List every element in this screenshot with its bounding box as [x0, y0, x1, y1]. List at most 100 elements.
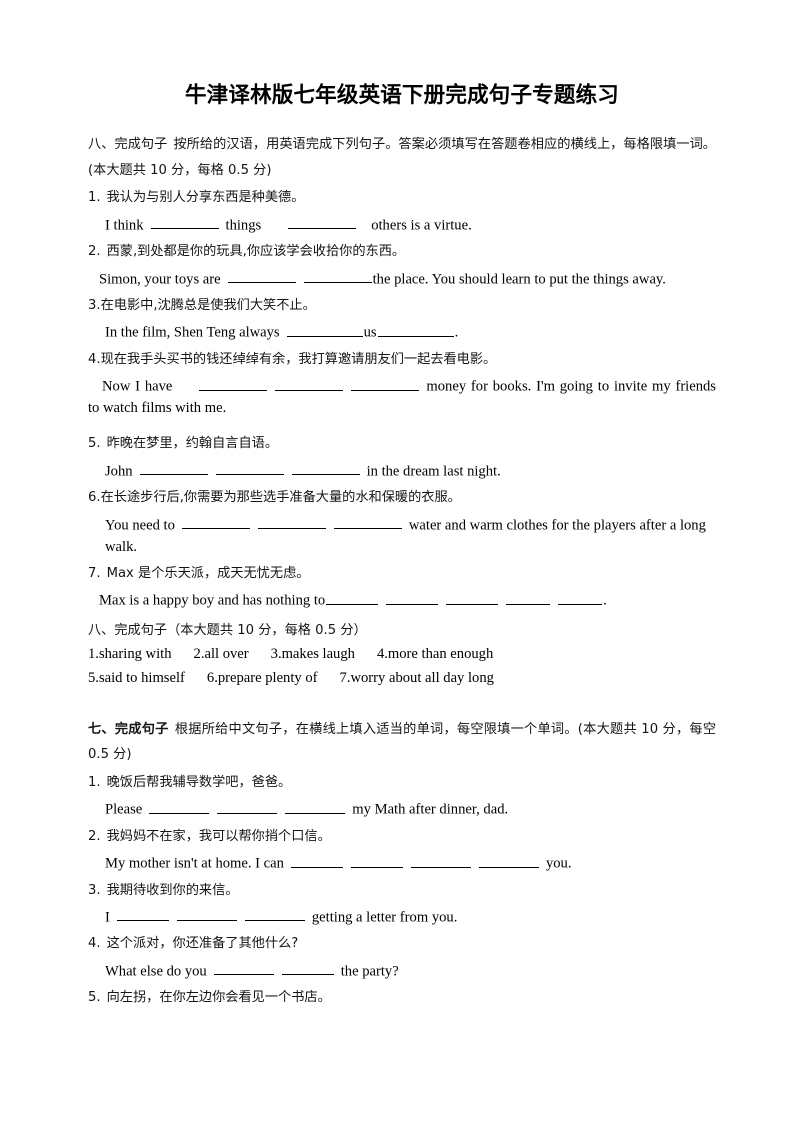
fill-blank[interactable] — [199, 376, 268, 391]
fill-blank[interactable] — [350, 853, 403, 868]
answer-key-item: 3.makes laugh — [270, 646, 355, 663]
answer-text-after: getting a letter from you. — [311, 909, 458, 926]
fill-blank[interactable] — [506, 590, 551, 605]
answer-text-before: Simon, your toys are — [99, 271, 221, 288]
fill-blank[interactable] — [285, 799, 346, 814]
answer-row: Igetting a letter from you. — [88, 907, 716, 929]
answer-text-after: the party? — [340, 963, 399, 980]
answer-row: My mother isn't at home. I can you. — [88, 853, 716, 875]
answer-key-item: 2.all over — [193, 646, 249, 663]
answer-text-before: Please — [105, 801, 143, 818]
question-row: 6.在长途步行后,你需要为那些选手准备大量的水和保暖的衣服。 — [88, 488, 716, 508]
answer-text-before: My mother isn't at home. I can — [105, 855, 284, 872]
question-number: 4. — [88, 936, 101, 952]
question-number: 5. — [88, 990, 101, 1006]
question-chinese: 我认为与别人分享东西是种美德。 — [106, 190, 305, 206]
fill-blank[interactable] — [377, 322, 454, 337]
section-eight-heading-prefix: 八、完成句子 — [88, 136, 168, 152]
fill-blank[interactable] — [139, 461, 208, 476]
answer-row: John in the dream last night. — [88, 461, 716, 483]
question-chinese: 向左拐，在你左边你会看见一个书店。 — [106, 990, 331, 1006]
answer-text-after: my Math after dinner, dad. — [352, 801, 509, 818]
answer-text-before: Now I have — [102, 378, 173, 395]
fill-blank[interactable] — [227, 269, 296, 284]
answer-row: You need to water and warm clothes for th… — [88, 515, 716, 559]
question-row: 1. 我认为与别人分享东西是种美德。 — [88, 188, 716, 208]
question-chinese: 我期待收到你的来信。 — [106, 882, 239, 898]
answer-row: I think things others is a virtue. — [88, 215, 716, 237]
answer-row: In the film, Shen Teng always us. — [88, 322, 716, 344]
answer-text-after: the place. You should learn to put the t… — [372, 271, 666, 288]
fill-blank[interactable] — [244, 907, 305, 922]
fill-blank[interactable] — [149, 799, 210, 814]
answer-row: Now I have money for books. I'm going to … — [88, 376, 716, 420]
question-number: 7. — [88, 565, 101, 581]
fill-blank[interactable] — [116, 907, 169, 922]
question-number: 5. — [88, 436, 101, 452]
answer-text-before: I think — [105, 217, 144, 234]
fill-blank[interactable] — [176, 907, 237, 922]
question-row: 2. 西蒙,到处都是你的玩具,你应该学会收拾你的东西。 — [88, 242, 716, 262]
question-row: 4. 这个派对，你还准备了其他什么? — [88, 934, 716, 954]
question-row: 5. 向左拐，在你左边你会看见一个书店。 — [88, 988, 716, 1008]
question-row: 3.在电影中,沈腾总是使我们大笑不止。 — [88, 296, 716, 316]
answer-key-item: 7.worry about all day long — [339, 669, 494, 686]
answer-text-mid: us — [363, 324, 377, 341]
question-chinese: 我妈妈不在家，我可以帮你捎个口信。 — [106, 828, 331, 844]
fill-blank[interactable] — [281, 961, 334, 976]
answer-row: Simon, your toys are the place. You shoul… — [88, 269, 716, 291]
fill-blank[interactable] — [286, 322, 363, 337]
fill-blank[interactable] — [217, 799, 278, 814]
answer-text-after: you. — [545, 855, 572, 872]
fill-blank[interactable] — [351, 376, 420, 391]
fill-blank[interactable] — [303, 269, 372, 284]
answer-text-before: In the film, Shen Teng always — [105, 324, 280, 341]
fill-blank[interactable] — [410, 853, 471, 868]
answer-text-before: You need to — [105, 517, 175, 533]
page-content: 牛津译林版七年级英语下册完成句子专题练习 八、完成句子 按所给的汉语，用英语完成下… — [88, 82, 716, 1009]
fill-blank[interactable] — [257, 515, 326, 529]
answer-key-item: 6.prepare plenty of — [206, 669, 318, 686]
section-seven-heading-body: 根据所给中文句子，在横线上填入适当的单词，每空限填一个单词。(本大题共 10 分… — [88, 721, 717, 763]
section-eight-heading-body: 按所给的汉语，用英语完成下列句子。答案必须填写在答题卷相应的横线上，每格限填一词… — [88, 136, 716, 178]
question-chinese: 在长途步行后,你需要为那些选手准备大量的水和保暖的衣服。 — [100, 490, 461, 506]
question-number: 1. — [88, 775, 101, 791]
answer-text-mid: things — [225, 217, 262, 234]
answer-text-before: I — [105, 909, 110, 926]
question-number: 3. — [88, 297, 101, 313]
question-row: 2. 我妈妈不在家，我可以帮你捎个口信。 — [88, 827, 716, 847]
fill-blank[interactable] — [291, 461, 360, 476]
fill-blank[interactable] — [478, 853, 539, 868]
fill-blank[interactable] — [333, 515, 402, 529]
fill-blank[interactable] — [288, 215, 357, 230]
question-number: 2. — [88, 828, 101, 844]
question-number: 6. — [88, 490, 101, 506]
question-number: 1. — [88, 190, 101, 206]
answer-text-before: What else do you — [105, 963, 207, 980]
fill-blank[interactable] — [446, 590, 499, 605]
fill-blank[interactable] — [150, 215, 219, 230]
fill-blank[interactable] — [290, 853, 343, 868]
fill-blank[interactable] — [275, 376, 344, 391]
answer-text-after: in the dream last night. — [366, 463, 501, 480]
question-chinese: 在电影中,沈腾总是使我们大笑不止。 — [100, 297, 316, 313]
question-chinese: 晚饭后帮我辅导数学吧，爸爸。 — [106, 775, 292, 791]
question-chinese: 现在我手头买书的钱还绰绰有余，我打算邀请朋友们一起去看电影。 — [100, 351, 497, 367]
section-seven-heading-prefix: 七、完成句子 — [88, 721, 169, 737]
answer-row: Max is a happy boy and has nothing to. — [88, 590, 716, 612]
answer-row: What else do you the party? — [88, 961, 716, 983]
question-number: 2. — [88, 244, 101, 260]
fill-blank[interactable] — [558, 590, 603, 605]
question-number: 4. — [88, 351, 101, 367]
fill-blank[interactable] — [181, 515, 250, 529]
question-row: 1. 晚饭后帮我辅导数学吧，爸爸。 — [88, 773, 716, 793]
question-chinese: 这个派对，你还准备了其他什么? — [106, 936, 299, 952]
question-row: 3. 我期待收到你的来信。 — [88, 881, 716, 901]
answer-text-after: . — [454, 324, 459, 341]
fill-blank[interactable] — [213, 961, 274, 976]
fill-blank[interactable] — [326, 590, 379, 605]
question-chinese: Max 是个乐天派，成天无忧无虑。 — [106, 565, 310, 581]
fill-blank[interactable] — [386, 590, 439, 605]
fill-blank[interactable] — [215, 461, 284, 476]
page-title: 牛津译林版七年级英语下册完成句子专题练习 — [184, 83, 619, 108]
